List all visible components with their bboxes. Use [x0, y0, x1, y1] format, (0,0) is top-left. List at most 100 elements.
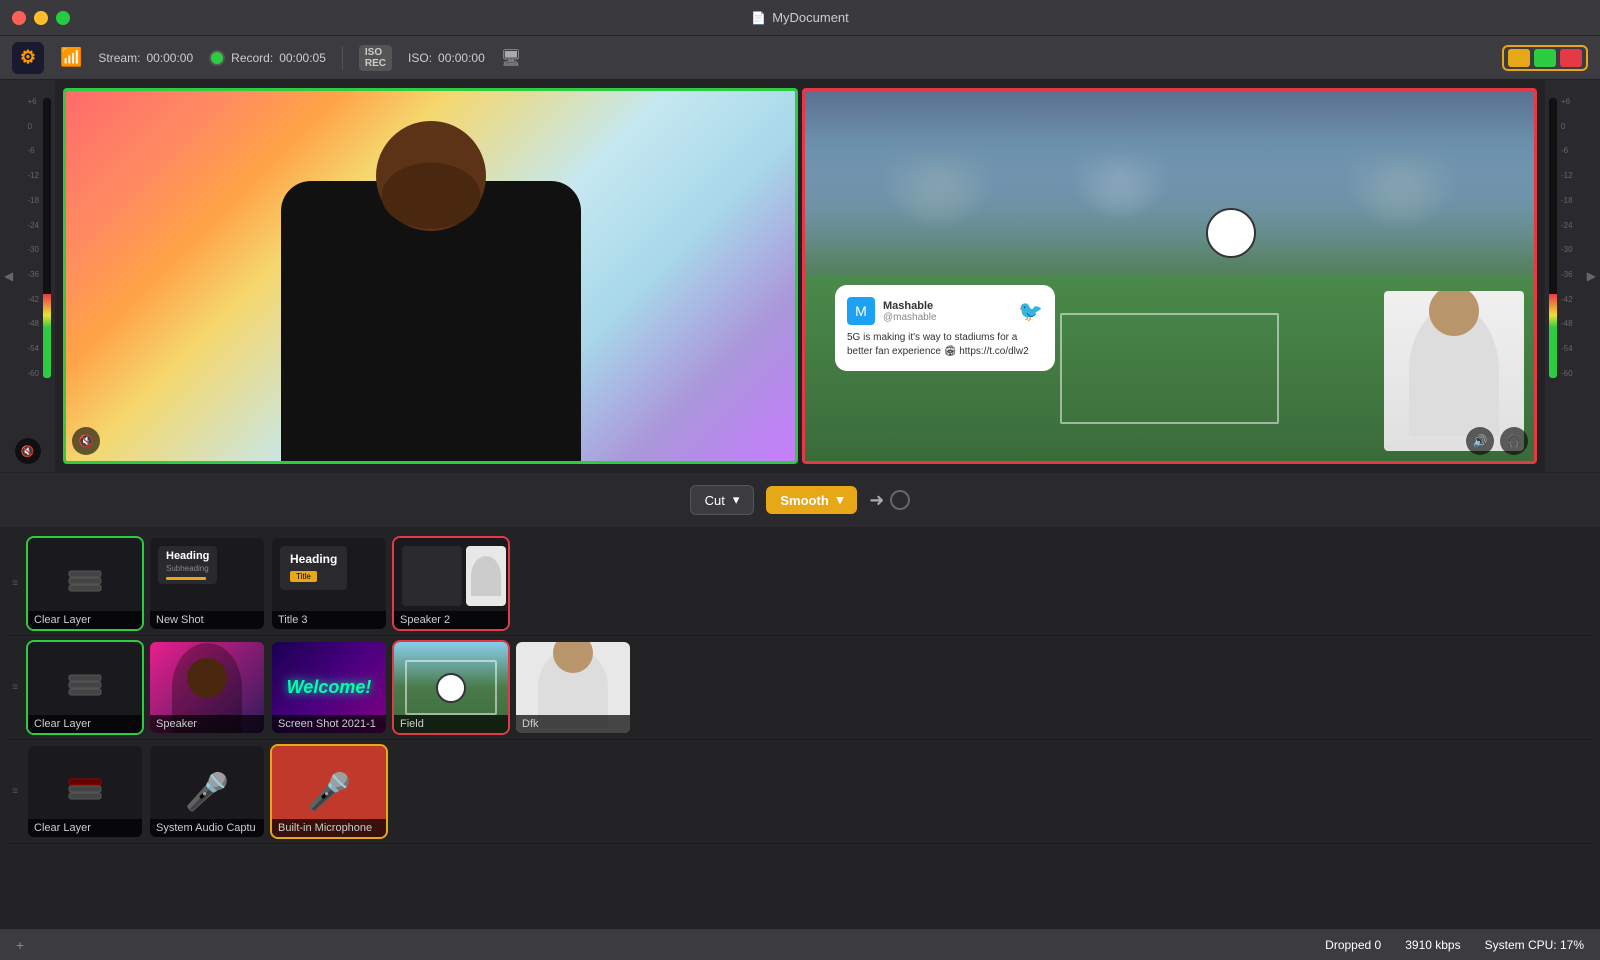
transition-bar: Cut ▾ Smooth ▾ ➜ [0, 472, 1600, 528]
monitor-icon[interactable]: 🖥 [501, 48, 521, 68]
scenes-area: ≡ Clear Layer [0, 528, 1600, 928]
system-audio-mic-icon: 🎤 [185, 771, 230, 813]
row-handle-2: ≡ [8, 682, 22, 693]
smooth-label: Smooth [780, 493, 828, 508]
app-logo[interactable]: ⚙ [12, 42, 44, 74]
vol-meter-track-right [1549, 98, 1557, 378]
layout-btn-3[interactable] [1560, 49, 1582, 67]
vol-r-n42: -42 [1561, 296, 1573, 304]
mute-left-button[interactable]: 🔇 [15, 438, 41, 464]
tweet-header: M Mashable @mashable 🐦 [847, 297, 1043, 325]
scene-builtin-mic[interactable]: 🎤 Built-in Microphone [270, 744, 388, 839]
soccer-ball [1206, 208, 1256, 258]
bitrate-value: 3910 kbps [1405, 938, 1460, 952]
vol-r-n12: -12 [1561, 172, 1573, 180]
vol-scale-right: +6 0 -6 -12 -18 -24 -30 -36 -42 -48 -54 … [1559, 98, 1575, 378]
row-handle-1: ≡ [8, 578, 22, 589]
vol-label-n60: -60 [27, 370, 39, 378]
audio-mute-left[interactable]: 🔇 [72, 427, 100, 455]
dfk-face [553, 640, 593, 673]
layout-btn-2[interactable] [1534, 49, 1556, 67]
new-shot-bar [166, 577, 206, 580]
speaker-2-label: Speaker 2 [394, 611, 508, 629]
vol-label-n30: -30 [27, 246, 39, 254]
vol-meter-fill-right [1549, 294, 1557, 378]
record-label: Record: [231, 51, 273, 65]
smooth-dropdown[interactable]: Smooth ▾ [766, 486, 857, 514]
transition-circle [890, 490, 910, 510]
layer-stack-icon-1 [65, 563, 105, 605]
person-face [376, 121, 486, 231]
scene-dfk[interactable]: Dfk [514, 640, 632, 735]
transition-arrow[interactable]: ➜ [869, 490, 910, 511]
cpu-value: 17% [1560, 938, 1584, 952]
cut-dropdown[interactable]: Cut ▾ [690, 485, 755, 515]
wifi-icon[interactable]: 📶 [60, 47, 82, 68]
scene-clear-layer-1[interactable]: Clear Layer [26, 536, 144, 631]
scene-new-shot[interactable]: Heading Subheading New Shot [148, 536, 266, 631]
document-icon: 📄 [751, 11, 766, 25]
welcome-text: Welcome! [287, 677, 372, 698]
vol-r-n48: -48 [1561, 320, 1573, 328]
vol-label-n42: -42 [27, 296, 39, 304]
row-handle-3: ≡ [8, 786, 22, 797]
pip-overlay [1384, 291, 1524, 451]
smooth-chevron-icon: ▾ [837, 492, 844, 508]
cpu-label: System CPU: [1485, 938, 1557, 952]
collapse-left-button[interactable]: ◀ [4, 269, 13, 283]
record-indicator[interactable] [209, 50, 225, 66]
cut-chevron-icon: ▾ [733, 492, 740, 508]
minimize-button[interactable] [34, 11, 48, 25]
preview-left: 🔇 [63, 88, 798, 464]
scene-title-3[interactable]: Heading Title Title 3 [270, 536, 388, 631]
preview-right-content: M Mashable @mashable 🐦 5G is making it's… [805, 91, 1534, 461]
iso-label: ISO: [408, 51, 432, 65]
vol-label-n54: -54 [27, 345, 39, 353]
clear-layer-3-label: Clear Layer [28, 819, 142, 837]
layout-btn-1[interactable] [1508, 49, 1530, 67]
vol-r-n60: -60 [1561, 370, 1573, 378]
preview-row: ◀ +6 0 -6 -12 -18 -24 -30 -36 -42 -48 -5… [0, 80, 1600, 472]
field-lines [405, 660, 496, 715]
scene-speaker[interactable]: Speaker [148, 640, 266, 735]
tweet-card: M Mashable @mashable 🐦 5G is making it's… [835, 285, 1055, 371]
volume-meter-left: ◀ +6 0 -6 -12 -18 -24 -30 -36 -42 -48 -5… [0, 80, 55, 472]
scene-clear-layer-3[interactable]: Clear Layer [26, 744, 144, 839]
close-button[interactable] [12, 11, 26, 25]
iso-button[interactable]: ISOREC [359, 45, 392, 71]
record-time: 00:00:05 [279, 51, 326, 65]
vol-r-0: 0 [1561, 123, 1573, 131]
record-stat: Record: 00:00:05 [209, 50, 326, 66]
layout-buttons [1502, 45, 1588, 71]
speaker-face [187, 658, 227, 698]
cut-label: Cut [705, 493, 725, 508]
maximize-button[interactable] [56, 11, 70, 25]
stream-time: 00:00:00 [146, 51, 193, 65]
vol-r-n30: -30 [1561, 246, 1573, 254]
preview-right: M Mashable @mashable 🐦 5G is making it's… [802, 88, 1537, 464]
preview-area: 🔇 [55, 80, 1545, 472]
scene-clear-layer-2[interactable]: Clear Layer [26, 640, 144, 735]
scene-system-audio[interactable]: 🎤 System Audio Captu [148, 744, 266, 839]
vol-label-0: 0 [27, 123, 39, 131]
arrow-right-icon: ➜ [869, 490, 884, 511]
speaker2-thumb [402, 546, 462, 606]
vol-label-n24: -24 [27, 222, 39, 230]
scene-speaker-2[interactable]: Speaker 2 [392, 536, 510, 631]
new-shot-subtitle: Subheading [166, 564, 209, 573]
scenes-row-1: ≡ Clear Layer [8, 532, 1592, 636]
scene-screenshot-2021[interactable]: Welcome! Screen Shot 2021-1 [270, 640, 388, 735]
bitrate-stat: 3910 kbps [1405, 938, 1460, 952]
speaker-label: Speaker [150, 715, 264, 733]
title-3-label: Title 3 [272, 611, 386, 629]
scene-add-button[interactable]: + [16, 937, 24, 953]
audio-speaker-right[interactable]: 🔊 [1466, 427, 1494, 455]
vol-r-n54: -54 [1561, 345, 1573, 353]
window-title: 📄 MyDocument [751, 10, 849, 25]
collapse-right-button[interactable]: ▶ [1587, 269, 1596, 283]
audio-headphone-right[interactable]: 🎧 [1500, 427, 1528, 455]
scene-field[interactable]: Field [392, 640, 510, 735]
iso-stat: ISO: 00:00:00 [408, 51, 485, 65]
window-controls [12, 11, 70, 25]
pip-face [1429, 291, 1479, 336]
